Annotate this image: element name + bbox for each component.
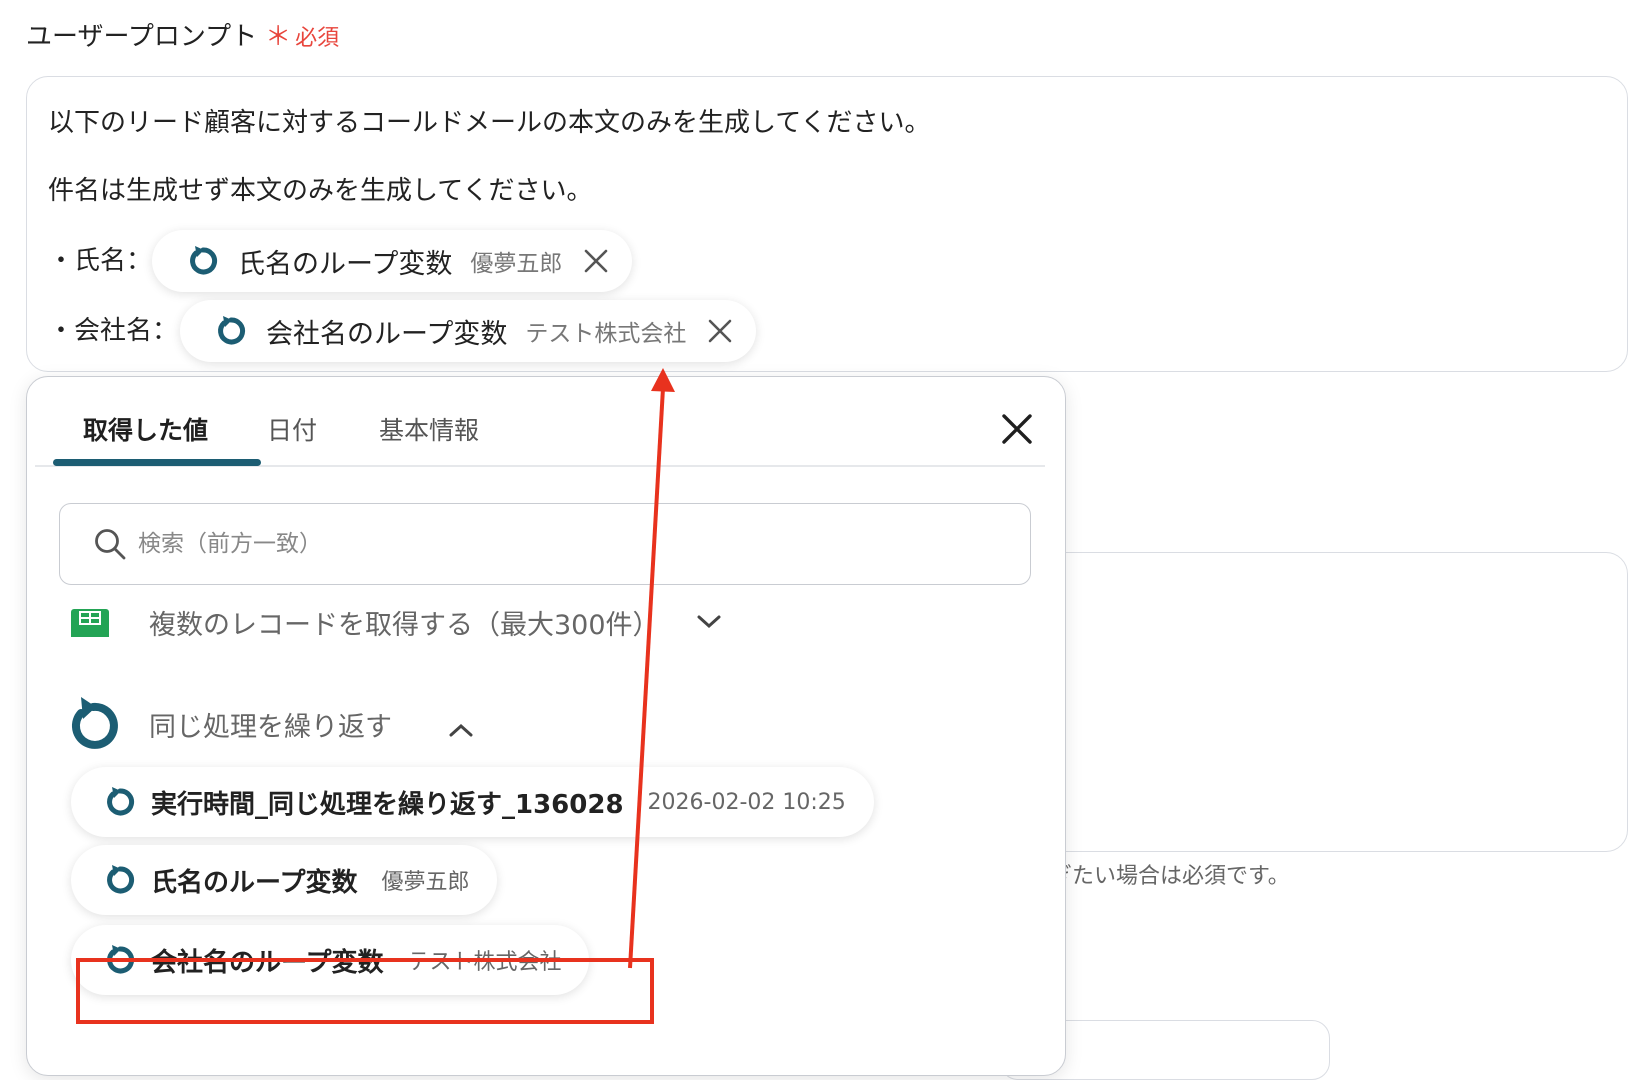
search-icon bbox=[95, 529, 126, 560]
loop-arrow-icon bbox=[107, 787, 135, 816]
list-item-name-loop[interactable]: 氏名のループ変数 優夢五郎 bbox=[71, 845, 498, 915]
chevron-up-icon[interactable] bbox=[447, 721, 475, 739]
value-picker-popup: 取得した値 日付 基本情報 複数のレコードを取得する（最大300件） 同じ処 bbox=[26, 376, 1066, 1076]
loop-arrow-icon bbox=[107, 865, 135, 894]
loop-arrow-icon bbox=[71, 697, 118, 749]
group-get-records[interactable]: 複数のレコードを取得する（最大300件） bbox=[27, 591, 1065, 637]
field-label-text: ユーザープロンプト bbox=[26, 22, 258, 52]
loop-arrow-icon bbox=[190, 246, 218, 275]
variable-chip-company[interactable]: 会社名のループ変数 テスト株式会社 bbox=[180, 300, 757, 362]
item-value: 優夢五郎 bbox=[381, 870, 470, 895]
chevron-down-icon[interactable] bbox=[695, 613, 723, 631]
spreadsheet-icon bbox=[71, 609, 109, 637]
chip-name-label: 氏名のループ変数 bbox=[238, 248, 453, 280]
search-input[interactable] bbox=[136, 530, 940, 558]
chip-company-value: テスト株式会社 bbox=[525, 321, 687, 347]
item-value: テスト株式会社 bbox=[407, 950, 562, 975]
list-item-exec-time[interactable]: 実行時間_同じ処理を繰り返す_136028 2026-02-02 10:25 bbox=[71, 767, 874, 837]
tab-acquired-values[interactable]: 取得した値 bbox=[83, 411, 208, 447]
item-value: 2026-02-02 10:25 bbox=[647, 789, 846, 815]
prompt-line-1: 以下のリード顧客に対するコールドメールの本文のみを生成してください。 bbox=[48, 108, 931, 138]
prompt-line-2: 件名は生成せず本文のみを生成してください。 bbox=[48, 176, 593, 206]
prompt-line-company-prefix: ・会社名： bbox=[48, 316, 179, 346]
tab-basic-info[interactable]: 基本情報 bbox=[379, 411, 479, 447]
item-label: 実行時間_同じ処理を繰り返す_136028 bbox=[151, 789, 624, 820]
close-icon[interactable] bbox=[582, 247, 610, 275]
group-repeat-title[interactable]: 同じ処理を繰り返す bbox=[149, 705, 392, 744]
required-mark: ＊ bbox=[265, 22, 292, 52]
next-field-help-text: ぎたい場合は必須です。 bbox=[1050, 864, 1290, 889]
loop-arrow-icon bbox=[218, 316, 246, 345]
list-item-company-loop[interactable]: 会社名のループ変数 テスト株式会社 bbox=[71, 925, 590, 995]
item-label: 会社名のループ変数 bbox=[151, 947, 384, 978]
search-field[interactable] bbox=[59, 503, 1031, 585]
item-label: 氏名のループ変数 bbox=[151, 867, 358, 898]
variable-chip-name[interactable]: 氏名のループ変数 優夢五郎 bbox=[152, 230, 633, 292]
loop-arrow-icon bbox=[107, 945, 135, 974]
field-label: ユーザープロンプト＊必須 bbox=[26, 16, 339, 53]
chip-name-value: 優夢五郎 bbox=[470, 251, 563, 277]
active-tab-indicator bbox=[53, 459, 261, 466]
tab-date[interactable]: 日付 bbox=[267, 411, 317, 447]
required-text: 必須 bbox=[295, 26, 340, 51]
next-field-box[interactable] bbox=[1000, 552, 1628, 852]
chip-company-label: 会社名のループ変数 bbox=[266, 318, 508, 350]
group-get-records-title: 複数のレコードを取得する（最大300件） bbox=[149, 610, 660, 637]
prompt-line-name-prefix: ・氏名： bbox=[48, 246, 153, 276]
close-icon[interactable] bbox=[706, 317, 734, 345]
popup-close-icon[interactable] bbox=[997, 409, 1037, 449]
